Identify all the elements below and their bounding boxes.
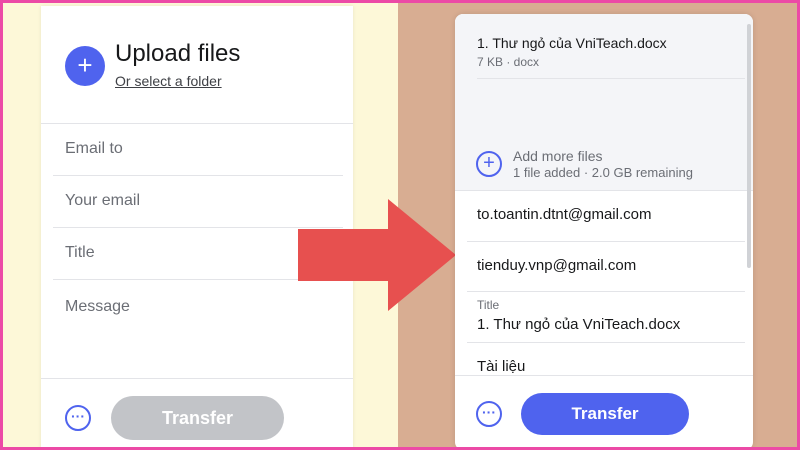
upload-title[interactable]: Upload files <box>115 40 240 68</box>
divider <box>477 78 745 79</box>
file-list: 1. Thư ngỏ của VniTeach.docx 7 KB · docx… <box>455 14 753 190</box>
upload-panel-filled: 1. Thư ngỏ của VniTeach.docx 7 KB · docx… <box>455 14 753 447</box>
arrow-right-icon <box>298 199 456 311</box>
divider <box>455 190 753 191</box>
email-to-value[interactable]: to.toantin.dtnt@gmail.com <box>477 206 651 223</box>
add-more-icon[interactable]: + <box>476 151 502 177</box>
your-email-placeholder: Your email <box>65 192 141 209</box>
divider <box>467 241 745 242</box>
email-to-placeholder: Email to <box>65 140 123 157</box>
screenshot-frame: + Upload files Or select a folder Email … <box>0 0 800 450</box>
plus-icon[interactable]: + <box>65 46 105 86</box>
scrollbar[interactable] <box>747 24 751 268</box>
your-email-value[interactable]: tienduy.vnp@gmail.com <box>477 257 636 274</box>
select-folder-link[interactable]: Or select a folder <box>115 73 222 89</box>
message-placeholder: Message <box>65 298 130 315</box>
transfer-button[interactable]: Transfer <box>521 393 689 435</box>
file-meta: 7 KB · docx <box>477 55 540 69</box>
divider <box>41 378 353 379</box>
title-placeholder: Title <box>65 244 95 261</box>
more-options-icon[interactable]: ··· <box>65 405 91 431</box>
divider <box>467 291 745 292</box>
transfer-button-disabled[interactable]: Transfer <box>111 396 284 440</box>
add-more-files-label[interactable]: Add more files <box>513 148 602 164</box>
email-to-input[interactable]: Email to <box>53 124 343 176</box>
title-value[interactable]: 1. Thư ngỏ của VniTeach.docx <box>477 316 680 333</box>
title-label: Title <box>477 298 500 312</box>
files-remaining: 1 file added · 2.0 GB remaining <box>513 165 693 180</box>
more-options-icon[interactable]: ··· <box>476 401 502 427</box>
message-value[interactable]: Tài liệu <box>477 358 525 375</box>
divider <box>455 375 753 376</box>
divider <box>467 342 745 343</box>
file-name: 1. Thư ngỏ của VniTeach.docx <box>477 35 667 51</box>
